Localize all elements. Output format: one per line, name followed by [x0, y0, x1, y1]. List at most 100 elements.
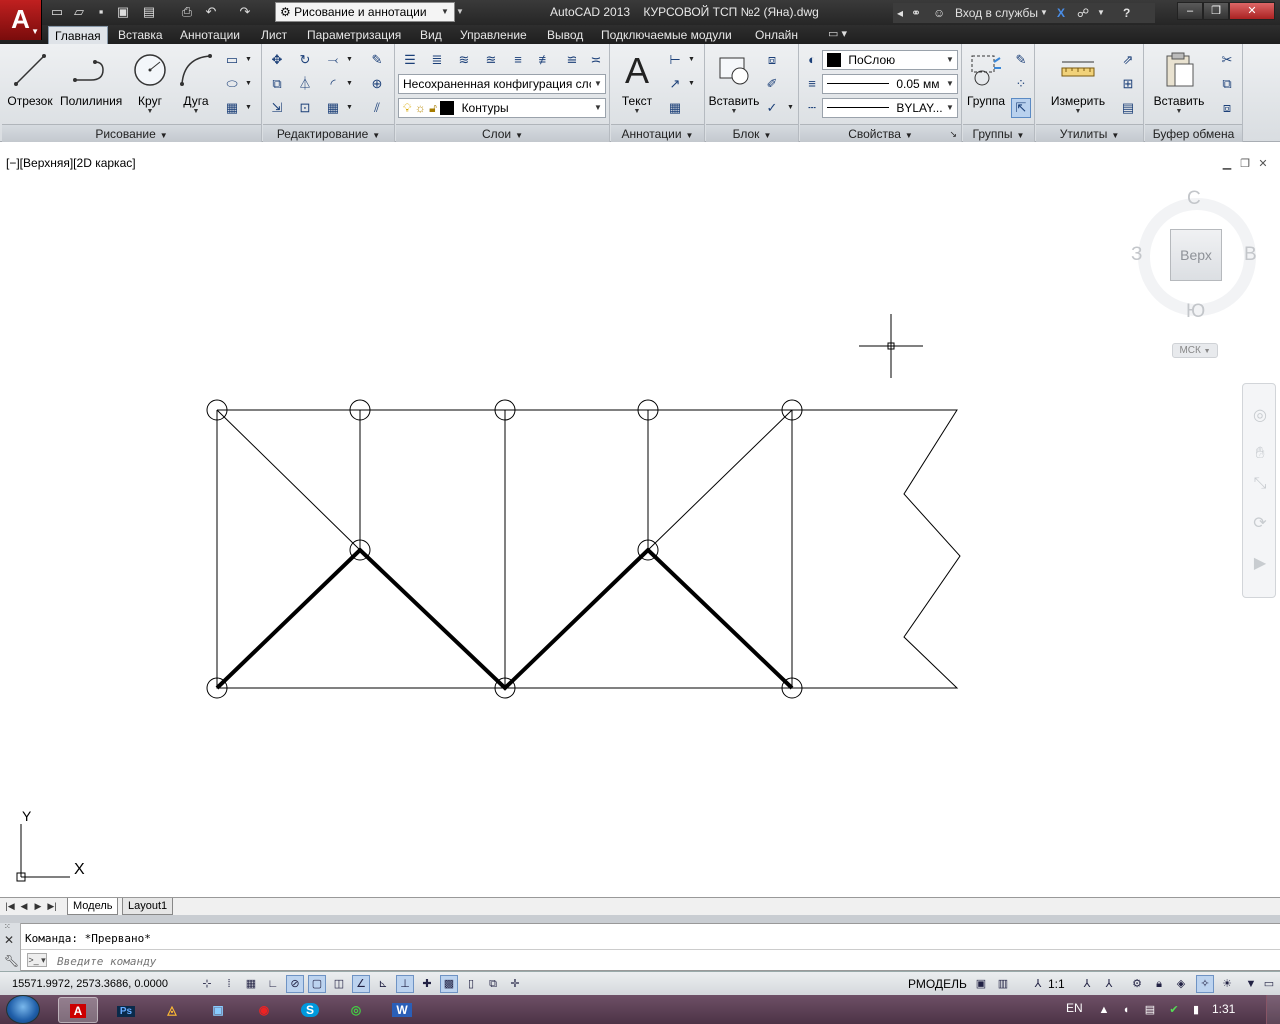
calculator-icon[interactable]: ▤: [1118, 98, 1138, 118]
quick-view-layouts-icon[interactable]: ▣: [972, 975, 990, 993]
layer-off-icon[interactable]: ≢: [535, 50, 555, 70]
trim-icon[interactable]: ⤙: [323, 50, 343, 70]
layer-combo[interactable]: 💡︎ ☼ 🔓︎ Контуры ▼: [398, 98, 606, 118]
workspace-switch-icon[interactable]: ⚙: [1128, 975, 1146, 993]
chevron-down-icon[interactable]: ▼: [687, 50, 696, 70]
quick-select-icon[interactable]: ⇗: [1118, 50, 1138, 70]
ellipse-icon[interactable]: ⬭: [222, 74, 242, 94]
close-icon[interactable]: ✕: [4, 933, 14, 947]
group-selection-icon[interactable]: ⇱: [1011, 98, 1031, 118]
leader-icon[interactable]: ↗: [665, 74, 685, 94]
tab-manage[interactable]: Управление: [454, 26, 533, 44]
infer-constraints-icon[interactable]: ⊹: [198, 975, 216, 993]
print-icon[interactable]: ⎙: [178, 4, 196, 20]
saveas-icon[interactable]: ▣: [114, 4, 132, 20]
tray-expand-icon[interactable]: ▲: [1097, 1003, 1111, 1017]
panel-modify-title[interactable]: Редактирование ▼: [263, 124, 394, 142]
chevron-down-icon[interactable]: ▼: [345, 50, 354, 70]
tab-parametric[interactable]: Параметризация: [301, 26, 407, 44]
compass-south[interactable]: Ю: [1186, 301, 1205, 323]
show-desktop-button[interactable]: [1266, 995, 1280, 1024]
user-icon[interactable]: ☺: [933, 3, 945, 23]
explode-icon[interactable]: ⊕: [367, 74, 387, 94]
layer-freeze-icon[interactable]: ≡: [508, 50, 528, 70]
taskbar-chrome[interactable]: ◎: [336, 997, 376, 1023]
taskbar-autocad[interactable]: A: [58, 997, 98, 1023]
dyn-icon[interactable]: ⊥: [396, 975, 414, 993]
fillet-icon[interactable]: ◜: [323, 74, 343, 94]
text-tool[interactable]: A Текст ▼: [611, 48, 663, 120]
next-tab-icon[interactable]: ▶: [32, 900, 44, 913]
edit-block-icon[interactable]: ✐: [762, 74, 782, 94]
annotation-monitor-icon[interactable]: ✛: [506, 975, 524, 993]
transparency-icon[interactable]: ▩: [440, 975, 458, 993]
chevron-down-icon[interactable]: ▼: [437, 3, 453, 21]
paste-tool[interactable]: Вставить ▼: [1149, 48, 1209, 120]
application-menu-button[interactable]: A ▼: [0, 0, 42, 40]
insert-block-tool[interactable]: Вставить ▼: [706, 48, 762, 120]
clock[interactable]: 1:31: [1212, 1002, 1235, 1016]
new-icon[interactable]: ▭: [48, 4, 66, 20]
linetype-combo[interactable]: BYLAY... ▼: [822, 98, 958, 118]
rectangle-icon[interactable]: ▭: [222, 50, 242, 70]
layer-match-icon[interactable]: ≣: [427, 50, 447, 70]
plot-preview-icon[interactable]: ▤: [140, 4, 158, 20]
clean-screen-icon[interactable]: ▭: [1260, 975, 1278, 993]
wrench-icon[interactable]: 🔧︎: [4, 954, 19, 968]
lineweight-icon[interactable]: ≡: [802, 74, 822, 94]
layer-walk-icon[interactable]: ≍: [586, 50, 606, 70]
binoculars-icon[interactable]: ⚭: [911, 3, 921, 23]
customize-quick-access-icon[interactable]: ▼: [456, 3, 468, 21]
quick-properties-icon[interactable]: ▯: [462, 975, 480, 993]
lineweight-toggle-icon[interactable]: ✚: [418, 975, 436, 993]
3d-osnap-icon[interactable]: ◫: [330, 975, 348, 993]
ribbon-minimize-icon[interactable]: ▭ ▾: [828, 27, 847, 40]
tab-output[interactable]: Вывод: [541, 26, 589, 44]
collapse-arrow-icon[interactable]: ◂: [897, 3, 903, 23]
panel-layers-title[interactable]: Слои ▼: [396, 124, 609, 142]
taskbar-photoshop[interactable]: Ps: [106, 997, 146, 1023]
coordinates-readout[interactable]: 15571.9972, 2573.3686, 0.0000: [12, 978, 168, 990]
chevron-down-icon[interactable]: ▼: [345, 74, 354, 94]
selection-cycling-icon[interactable]: ⧉: [484, 975, 502, 993]
osnap-icon[interactable]: ▢: [308, 975, 326, 993]
last-tab-icon[interactable]: ▶|: [46, 900, 58, 913]
first-tab-icon[interactable]: |◀: [4, 900, 16, 913]
snap-icon[interactable]: ⁞: [220, 975, 238, 993]
otrack-icon[interactable]: ∠: [352, 975, 370, 993]
panel-block-title[interactable]: Блок ▼: [706, 124, 798, 142]
paste-special-icon[interactable]: ⧈: [1217, 98, 1237, 118]
tab-addins[interactable]: Подключаемые модули: [595, 26, 738, 44]
help-icon[interactable]: ?: [1123, 3, 1130, 23]
taskbar-skype[interactable]: S: [290, 997, 330, 1023]
quick-view-drawings-icon[interactable]: ▥: [994, 975, 1012, 993]
annotation-scale-icon[interactable]: ⅄: [1028, 975, 1048, 993]
panel-clipboard-title[interactable]: Буфер обмена: [1145, 124, 1242, 142]
orbit-icon[interactable]: ⟳: [1248, 512, 1272, 536]
minimize-button[interactable]: –: [1177, 2, 1203, 20]
isolate-objects-icon[interactable]: ✧: [1196, 975, 1214, 993]
rotate-icon[interactable]: ↻: [295, 50, 315, 70]
taskbar-opera[interactable]: ◉: [244, 997, 284, 1023]
lineweight-combo[interactable]: 0.05 мм ▼: [822, 74, 958, 94]
chevron-down-icon[interactable]: ▼: [687, 74, 696, 94]
table-icon[interactable]: ▦: [665, 98, 685, 118]
tab-layout1[interactable]: Layout1: [122, 898, 174, 915]
tray-app-icon[interactable]: ▤: [1143, 1003, 1157, 1017]
prev-tab-icon[interactable]: ◀: [18, 900, 30, 913]
panel-annotation-title[interactable]: Аннотации ▼: [611, 124, 704, 142]
copy-icon[interactable]: ⧉: [267, 74, 287, 94]
bulb-status-icon[interactable]: ☀: [1218, 975, 1236, 993]
erase-icon[interactable]: ✎: [367, 50, 387, 70]
copy-clip-icon[interactable]: ⧉: [1217, 74, 1237, 94]
layer-properties-icon[interactable]: ☰: [400, 50, 420, 70]
layer-previous-icon[interactable]: ≋: [454, 50, 474, 70]
ucs-menu-button[interactable]: МСК ▼: [1172, 343, 1218, 358]
chevron-down-icon[interactable]: ▼: [244, 74, 253, 94]
dimension-icon[interactable]: ⊢: [665, 50, 685, 70]
panel-draw-title[interactable]: Рисование ▼: [2, 124, 261, 142]
layer-isolate-icon[interactable]: ≊: [481, 50, 501, 70]
chevron-down-icon[interactable]: ▼: [1040, 3, 1048, 23]
chevron-down-icon[interactable]: ▼: [786, 98, 795, 118]
compass-north[interactable]: С: [1187, 188, 1201, 210]
